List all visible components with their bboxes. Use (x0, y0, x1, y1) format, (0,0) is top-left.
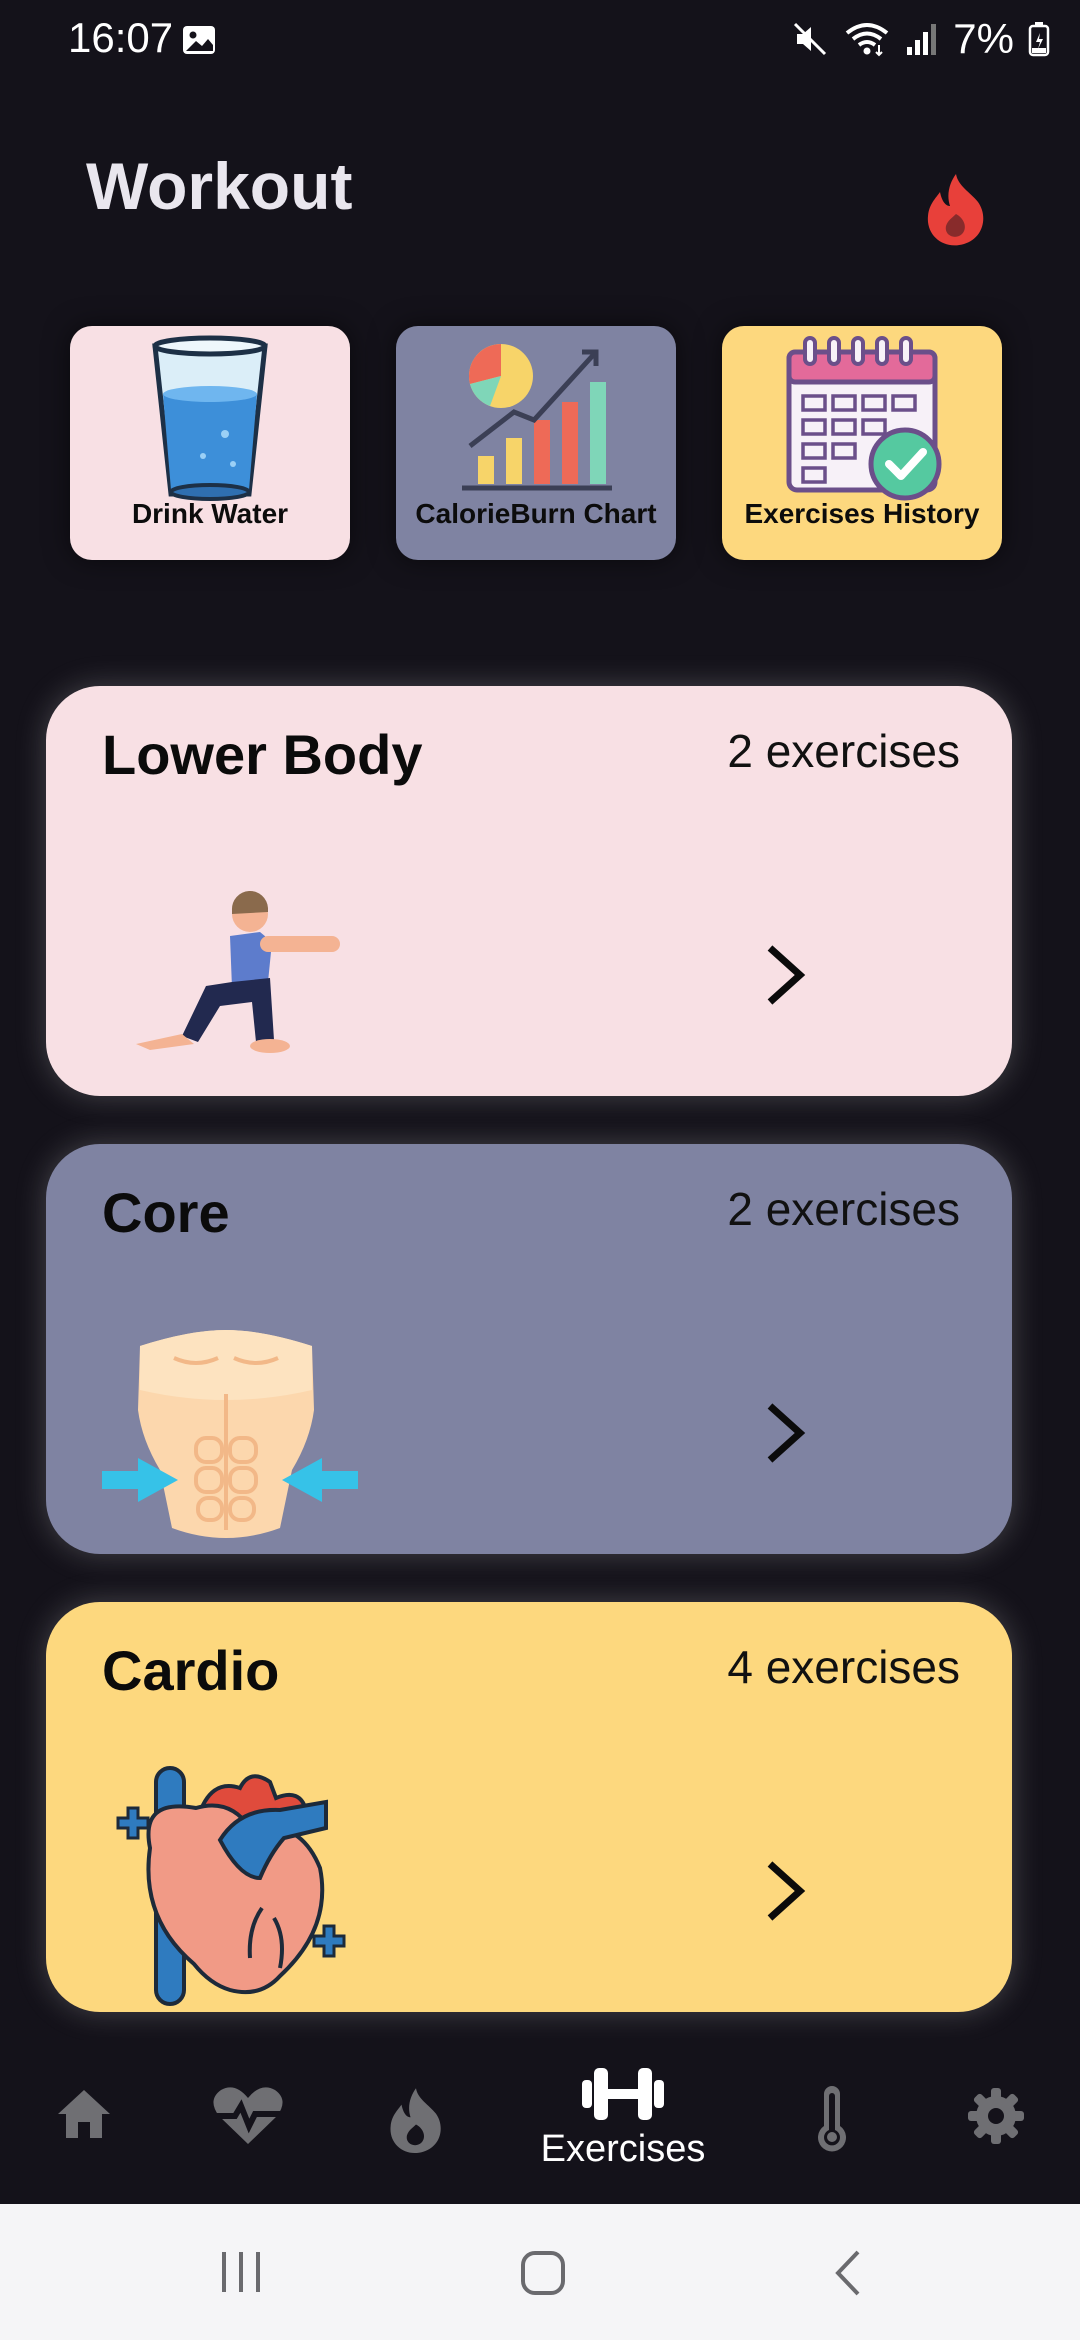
status-icons: 7% (791, 14, 1050, 64)
gear-icon (968, 2088, 1024, 2144)
thermometer-icon (818, 2086, 846, 2152)
exercises-history-label: Exercises History (744, 498, 980, 529)
dumbbell-icon (582, 2068, 664, 2120)
chevron-right-icon (767, 1403, 806, 1463)
drink-water-tile[interactable]: Drink Water (70, 326, 350, 560)
water-glass-icon (152, 335, 268, 501)
drink-water-label: Drink Water (131, 498, 289, 529)
exercises-history-tile[interactable]: Exercises History (722, 326, 1002, 560)
category-card-lower-body[interactable]: Lower Body 2 exercises (46, 686, 1012, 1096)
lunge-person-icon (136, 890, 340, 1053)
signal-icon (907, 24, 937, 55)
status-time: 16:07 (68, 14, 174, 61)
chevron-right-icon (767, 1861, 806, 1921)
chevron-right-icon (767, 945, 806, 1005)
calorie-burn-chart-label: CalorieBurn Chart (415, 498, 657, 529)
flame-icon[interactable] (924, 172, 988, 246)
status-bar: 16:07 7% (0, 0, 1080, 80)
nav-health[interactable] (206, 2040, 290, 2204)
back-icon[interactable] (830, 2248, 864, 2298)
nav-home[interactable] (42, 2040, 126, 2204)
calendar-check-icon (786, 336, 942, 501)
quick-tiles: Drink Water CalorieBurn Chart Exercises … (58, 308, 1032, 584)
category-title: Lower Body (102, 723, 423, 786)
page-title: Workout (86, 149, 353, 223)
nav-temperature[interactable] (790, 2040, 874, 2204)
calorie-burn-chart-tile[interactable]: CalorieBurn Chart (396, 326, 676, 560)
gallery-icon (183, 26, 215, 54)
flame-icon (390, 2088, 441, 2153)
nav-calories[interactable] (374, 2040, 458, 2204)
category-card-core[interactable]: Core 2 exercises (46, 1144, 1012, 1554)
nav-exercises[interactable]: Exercises (520, 2040, 726, 2204)
battery-percent: 7% (953, 15, 1014, 62)
bottom-navigation: Exercises (0, 2040, 1080, 2204)
category-title: Cardio (102, 1639, 280, 1702)
abs-torso-icon (102, 1330, 358, 1538)
category-card-cardio[interactable]: Cardio 4 exercises (46, 1602, 1012, 2012)
home-button-icon[interactable] (520, 2250, 566, 2296)
heart-pulse-icon (213, 2087, 283, 2144)
category-count: 4 exercises (727, 1641, 960, 1693)
recent-apps-icon[interactable] (218, 2250, 264, 2294)
category-title: Core (102, 1181, 230, 1244)
nav-exercises-label: Exercises (540, 2128, 706, 2170)
battery-icon (1028, 22, 1050, 57)
system-navigation-bar (0, 2204, 1080, 2340)
nav-settings[interactable] (954, 2040, 1038, 2204)
mute-icon (794, 22, 827, 56)
category-count: 2 exercises (727, 1183, 960, 1235)
category-count: 2 exercises (727, 725, 960, 777)
bar-chart-icon (462, 344, 612, 491)
heart-icon (116, 1766, 346, 2006)
home-icon (58, 2090, 110, 2138)
wifi-icon (846, 23, 889, 57)
